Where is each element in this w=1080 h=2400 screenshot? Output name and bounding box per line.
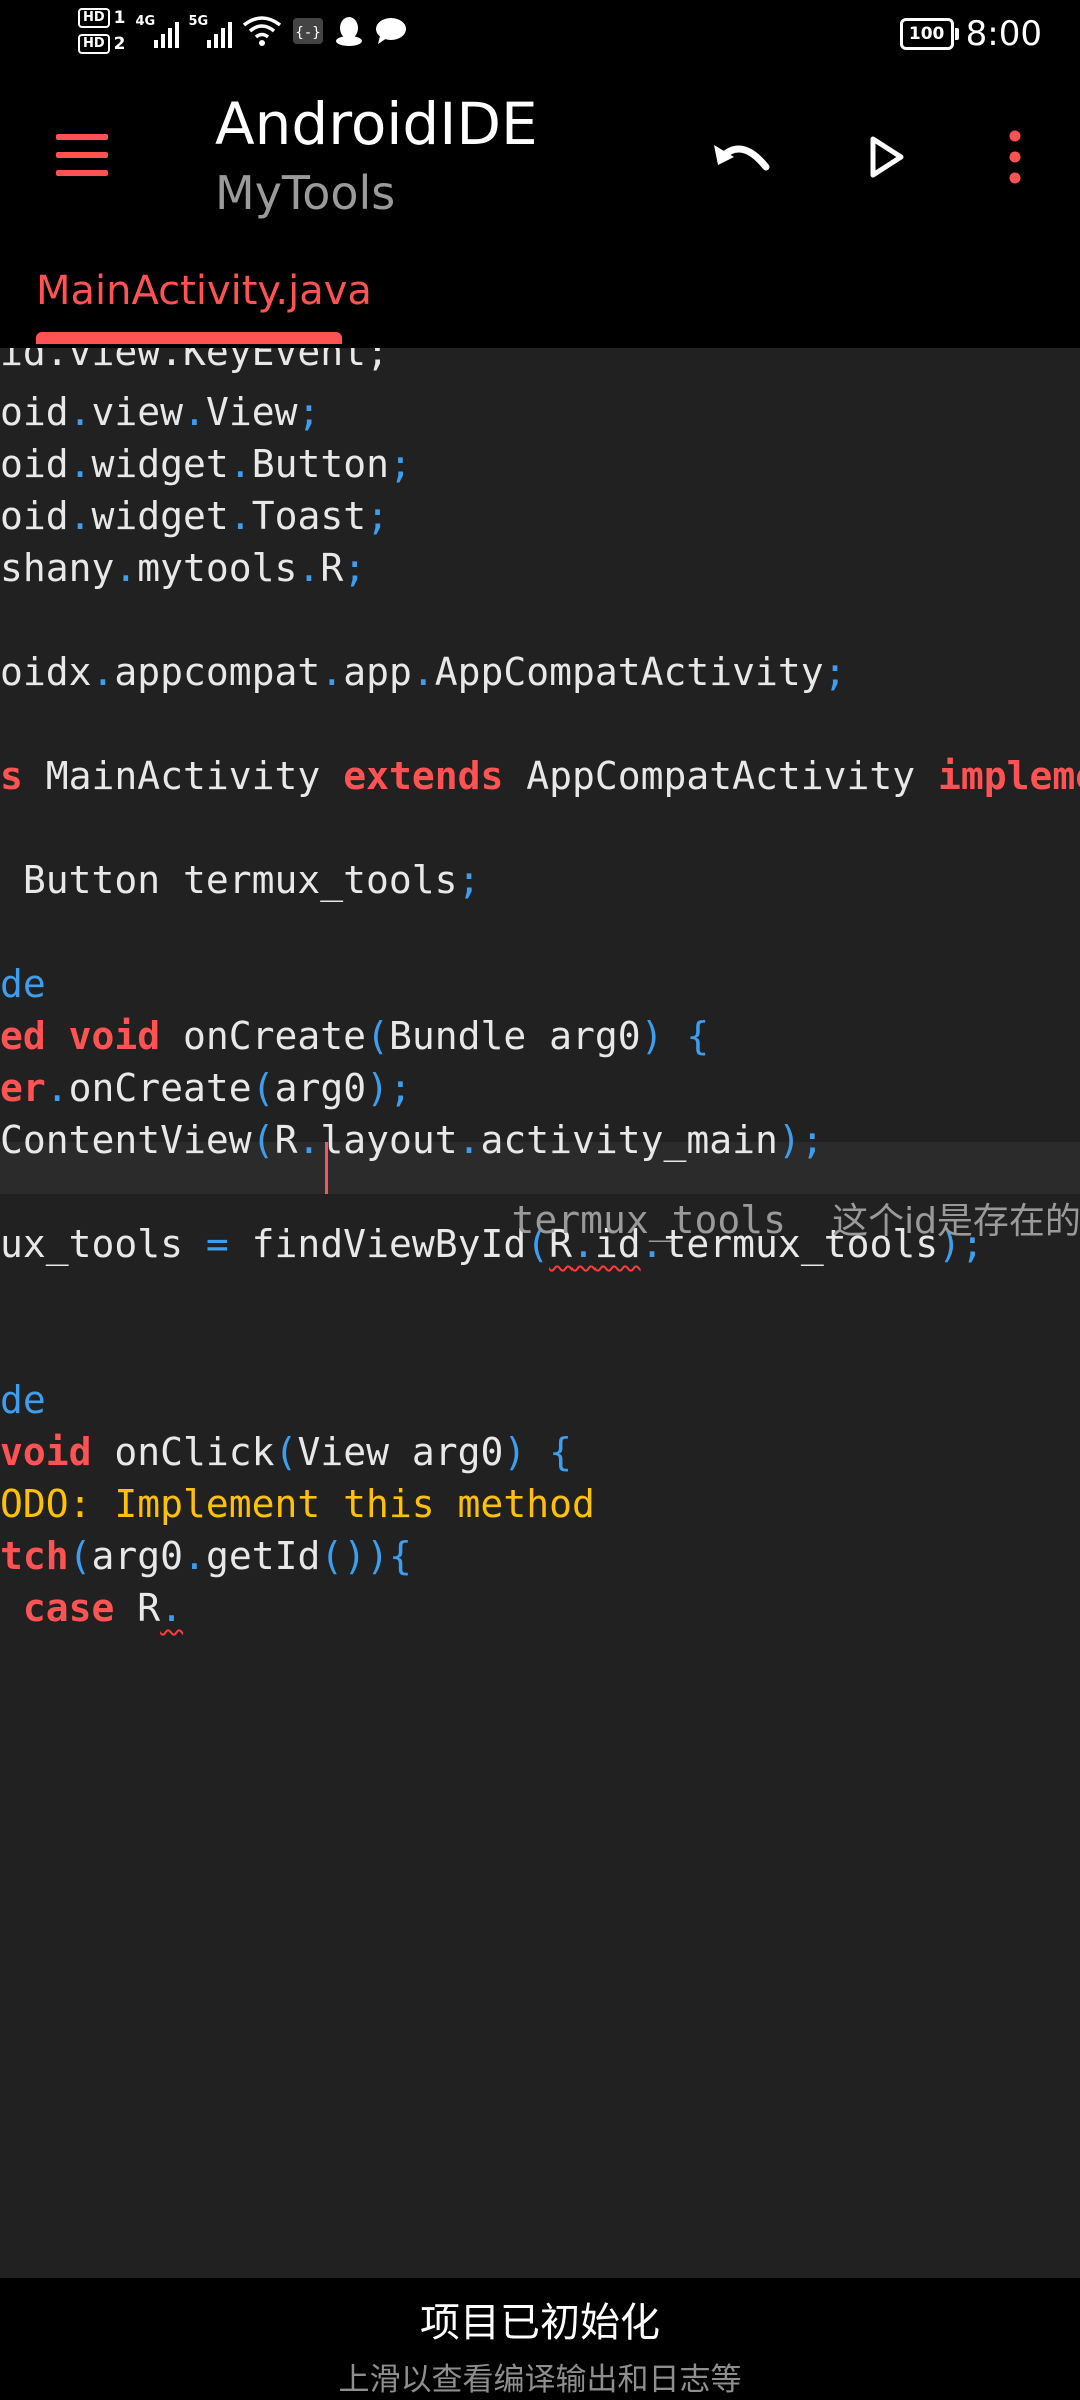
code-line: oid.widget.Button; (0, 442, 412, 486)
undo-icon[interactable] (708, 122, 778, 192)
network1-label: 4G (135, 14, 156, 29)
sim-indicators: HD 1 HD 2 (78, 8, 126, 54)
sim1-indicator: HD 1 (78, 8, 126, 28)
menu-icon[interactable] (52, 130, 112, 180)
code-line: void onClick(View arg0) { (0, 1430, 573, 1474)
status-icons-left: HD 1 HD 2 4G 5G {-} (78, 8, 408, 54)
app-bar: AndroidIDE MyTools (0, 80, 1080, 240)
completion-description: 这个id是存在的 (832, 1201, 1080, 1242)
completion-item[interactable]: termux_tools (512, 1198, 787, 1242)
chat-icon (375, 18, 406, 44)
sim2-indicator: HD 2 (78, 34, 126, 54)
code-line: tch(arg0.getId()){ (0, 1534, 412, 1578)
code-line: oid.view.View; (0, 390, 321, 434)
qq-icon (335, 17, 362, 46)
clock: 8:00 (965, 14, 1042, 54)
sim1-hd-label: HD (78, 8, 110, 28)
build-output-panel[interactable]: 项目已初始化 上滑以查看编译输出和日志等 (0, 2278, 1080, 2400)
code-line: id.view.KeyEvent; (0, 348, 389, 374)
code-line: shany.mytools.R; (0, 546, 367, 590)
completion-suggestion[interactable]: termux_tools 这个id是存在的 (420, 1142, 1080, 1242)
tab-mainactivity[interactable]: MainActivity.java (36, 268, 372, 314)
more-options-icon[interactable] (980, 122, 1050, 192)
code-line: de (0, 962, 46, 1006)
code-icon: {-} (292, 18, 323, 44)
signal-icon: 4G (136, 14, 179, 48)
status-bar: HD 1 HD 2 4G 5G {-} 100 8:00 (0, 0, 1080, 80)
code-line: s MainActivity extends AppCompatActivity… (0, 754, 1080, 798)
sim2-index: 2 (113, 34, 126, 54)
code-line: Button termux_tools; (0, 858, 481, 902)
project-name: MyTools (215, 166, 396, 220)
app-title: AndroidIDE (215, 90, 538, 158)
text-cursor (325, 1142, 328, 1194)
code-line: oid.widget.Toast; (0, 494, 389, 538)
sim2-hd-label: HD (78, 34, 110, 54)
code-line: ed void onCreate(Bundle arg0) { (0, 1014, 710, 1058)
code-line: oidx.appcompat.app.AppCompatActivity; (0, 650, 847, 694)
file-tabs: MainActivity.java (0, 240, 1080, 348)
build-status-hint: 上滑以查看编译输出和日志等 (338, 2362, 742, 2398)
status-icons-right: 100 8:00 (899, 14, 1042, 54)
code-editor[interactable]: id.view.KeyEvent; oid.view.View; oid.wid… (0, 348, 1080, 2278)
code-line: ODO: Implement this method (0, 1482, 595, 1526)
build-status-title: 项目已初始化 (420, 2300, 660, 2346)
sim1-index: 1 (113, 8, 126, 28)
signal-icon: 5G (189, 14, 232, 48)
code-line: er.onCreate(arg0); (0, 1066, 412, 1110)
network2-label: 5G (188, 14, 209, 29)
code-line: case R. (22, 1586, 184, 1630)
code-line: de (0, 1378, 46, 1422)
wifi-icon (242, 16, 281, 46)
active-tab-indicator (36, 332, 342, 344)
svg-text:{-}: {-} (295, 25, 320, 41)
battery-icon: 100 (899, 18, 959, 50)
run-icon[interactable] (852, 122, 922, 192)
